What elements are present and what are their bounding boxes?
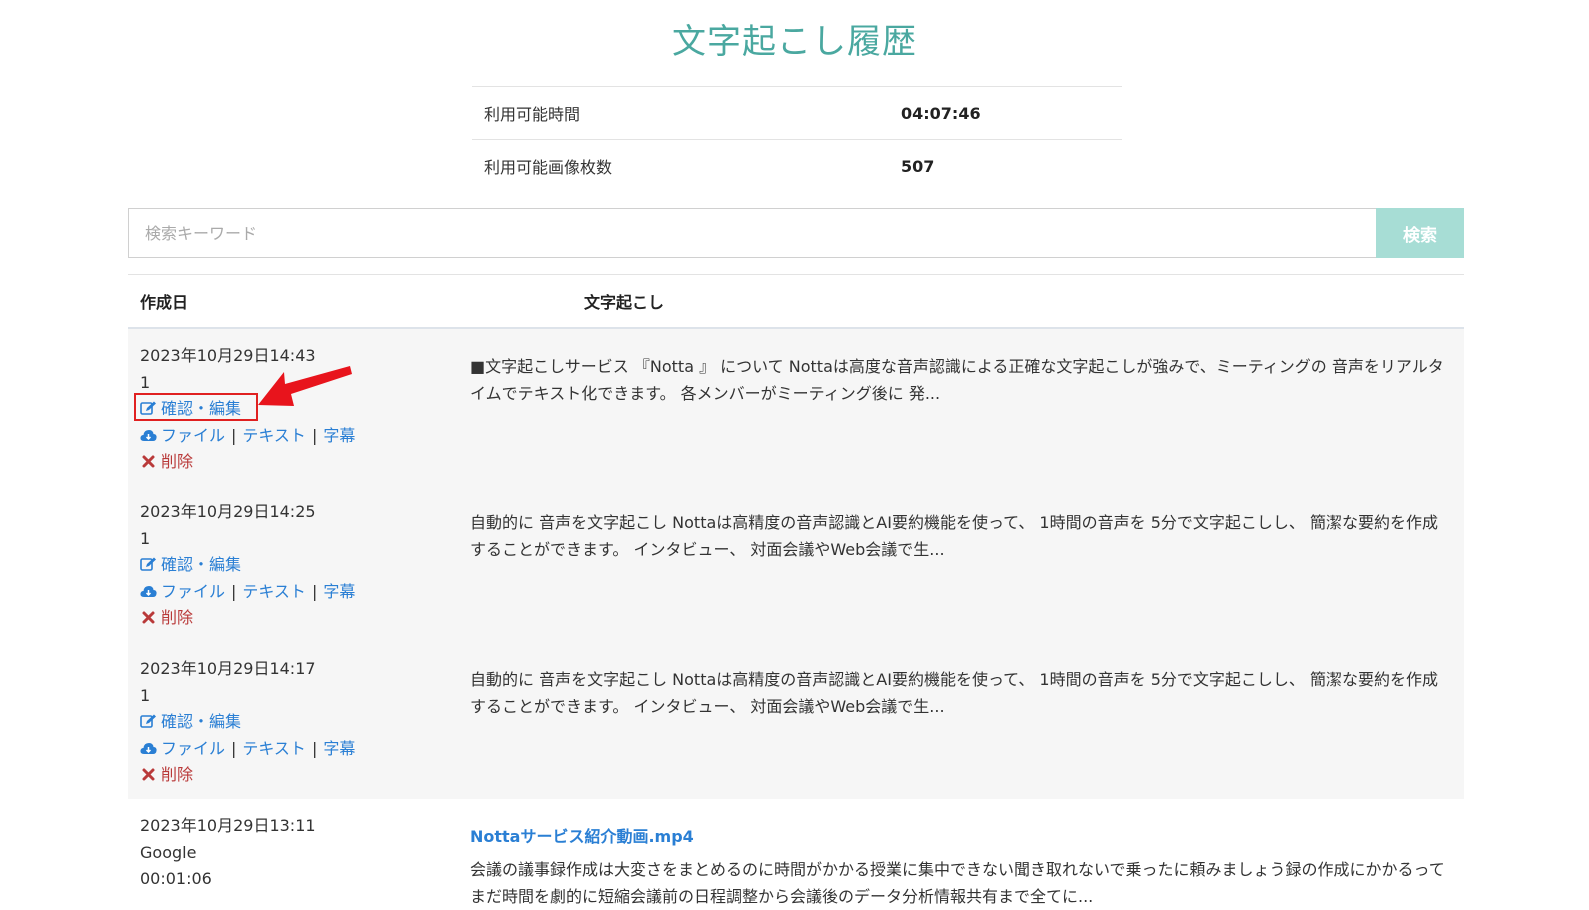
row-meta-cell: 2023年10月29日14:43 1 確認・編集 ファイル | テキスト | 字幕 削除	[128, 328, 444, 485]
download-file-link[interactable]: ファイル	[140, 426, 225, 445]
delete-label: 削除	[161, 765, 194, 784]
download-text-link[interactable]: テキスト	[242, 426, 306, 445]
usage-value: 507	[901, 139, 1122, 192]
usage-label: 利用可能時間	[472, 86, 901, 140]
row-text-cell: ■文字起こしサービス 『Notta 』 について Nottaは高度な音声認識によ…	[444, 328, 1464, 485]
transcript-snippet: ■文字起こしサービス 『Notta 』 について Nottaは高度な音声認識によ…	[470, 357, 1444, 403]
delete-label: 削除	[161, 608, 194, 627]
row-duration: 00:01:06	[140, 869, 212, 888]
file-label: ファイル	[161, 425, 226, 445]
row-meta: 1	[140, 528, 151, 548]
usage-row-images: 利用可能画像枚数 507	[472, 139, 1122, 192]
row-meta-cell: 2023年10月29日14:17 1 確認・編集 ファイル | テキスト | 字幕 削除	[128, 642, 444, 799]
edit-label: 確認・編集	[161, 555, 242, 574]
separator: |	[311, 581, 318, 601]
cloud-download-icon	[140, 584, 157, 599]
usage-table: 利用可能時間 04:07:46 利用可能画像枚数 507	[472, 86, 1122, 192]
cloud-download-icon	[140, 741, 157, 756]
usage-label: 利用可能画像枚数	[472, 139, 901, 192]
download-file-link[interactable]: ファイル	[140, 582, 225, 601]
transcript-snippet: 自動的に 音声を文字起こし Nottaは高精度の音声認識とAI要約機能を使って、…	[470, 513, 1438, 559]
separator: |	[231, 581, 237, 601]
edit-icon	[140, 714, 157, 729]
search-button[interactable]: 検索	[1376, 208, 1464, 258]
search-bar: 検索	[128, 208, 1464, 258]
row-meta: 1	[140, 685, 151, 705]
delete-action: 削除	[140, 762, 432, 789]
separator: |	[311, 425, 318, 445]
search-input[interactable]	[128, 208, 1376, 258]
row-text-cell: Nottaサービス紹介動画.mp4 会議の議事録作成は大変さをまとめるのに時間がか…	[444, 799, 1464, 910]
edit-action: 確認・編集	[140, 709, 432, 736]
usage-row-time: 利用可能時間 04:07:46	[472, 86, 1122, 140]
delete-label: 削除	[161, 452, 194, 471]
edit-icon	[140, 401, 157, 416]
edit-action: 確認・編集	[140, 396, 432, 423]
download-subtitle-link[interactable]: 字幕	[323, 582, 355, 601]
page-title: 文字起こし履歴	[672, 22, 917, 62]
row-meta-cell: 2023年10月29日14:25 1 確認・編集 ファイル | テキスト | 字幕 削除	[128, 485, 444, 642]
cloud-download-icon	[140, 428, 157, 443]
row-meta: 1	[140, 372, 151, 392]
file-title-link[interactable]: Nottaサービス紹介動画.mp4	[470, 823, 1452, 850]
table-row: 2023年10月29日14:43 1 確認・編集 ファイル | テキスト | 字幕 削除 ■文字起…	[128, 328, 1464, 485]
row-meta: Google	[140, 842, 197, 862]
close-icon	[140, 767, 157, 782]
download-file-link[interactable]: ファイル	[140, 739, 225, 758]
transcript-snippet: 自動的に 音声を文字起こし Nottaは高精度の音声認識とAI要約機能を使って、…	[470, 670, 1438, 716]
table-row: 2023年10月29日13:11 Google 00:01:06 Nottaサービス紹…	[128, 799, 1464, 910]
edit-link[interactable]: 確認・編集	[140, 712, 241, 731]
download-actions: ファイル | テキスト | 字幕	[140, 579, 432, 606]
column-header-created[interactable]: 作成日	[128, 274, 444, 329]
table-row: 2023年10月29日14:17 1 確認・編集 ファイル | テキスト | 字幕 削除 自動的に…	[128, 642, 1464, 799]
file-label: ファイル	[161, 738, 226, 758]
download-actions: ファイル | テキスト | 字幕	[140, 736, 432, 763]
column-header-transcript[interactable]: 文字起こし	[444, 274, 1464, 329]
edit-link[interactable]: 確認・編集	[140, 555, 241, 574]
table-header: 作成日 文字起こし	[128, 274, 1464, 329]
separator: |	[231, 425, 237, 445]
row-date: 2023年10月29日14:25	[140, 502, 316, 521]
edit-action: 確認・編集	[140, 552, 432, 579]
delete-link[interactable]: 削除	[140, 608, 193, 627]
row-text-cell: 自動的に 音声を文字起こし Nottaは高精度の音声認識とAI要約機能を使って、…	[444, 485, 1464, 642]
separator: |	[311, 738, 318, 758]
delete-action: 削除	[140, 449, 432, 476]
row-meta-cell: 2023年10月29日13:11 Google 00:01:06	[128, 799, 444, 910]
table-row: 2023年10月29日14:25 1 確認・編集 ファイル | テキスト | 字幕 削除 自動的に…	[128, 485, 1464, 642]
delete-action: 削除	[140, 605, 432, 632]
usage-value: 04:07:46	[901, 86, 1122, 140]
row-date: 2023年10月29日13:11	[140, 816, 316, 835]
file-label: ファイル	[161, 581, 226, 601]
download-subtitle-link[interactable]: 字幕	[323, 739, 355, 758]
delete-link[interactable]: 削除	[140, 452, 193, 471]
download-text-link[interactable]: テキスト	[242, 739, 306, 758]
edit-label: 確認・編集	[161, 712, 242, 731]
close-icon	[140, 610, 157, 625]
download-subtitle-link[interactable]: 字幕	[323, 426, 355, 445]
separator: |	[231, 738, 237, 758]
close-icon	[140, 454, 157, 469]
history-table: 作成日 文字起こし 2023年10月29日14:43 1 確認・編集 ファイル | テキス…	[128, 274, 1464, 910]
edit-icon	[140, 557, 157, 572]
edit-link[interactable]: 確認・編集	[140, 399, 241, 418]
row-text-cell: 自動的に 音声を文字起こし Nottaは高精度の音声認識とAI要約機能を使って、…	[444, 642, 1464, 799]
edit-label: 確認・編集	[161, 399, 242, 418]
delete-link[interactable]: 削除	[140, 765, 193, 784]
row-date: 2023年10月29日14:17	[140, 659, 316, 678]
download-actions: ファイル | テキスト | 字幕	[140, 423, 432, 450]
row-date: 2023年10月29日14:43	[140, 346, 316, 365]
transcript-snippet: 会議の議事録作成は大変さをまとめるのに時間がかかる授業に集中できない聞き取れない…	[470, 860, 1445, 906]
download-text-link[interactable]: テキスト	[242, 582, 306, 601]
